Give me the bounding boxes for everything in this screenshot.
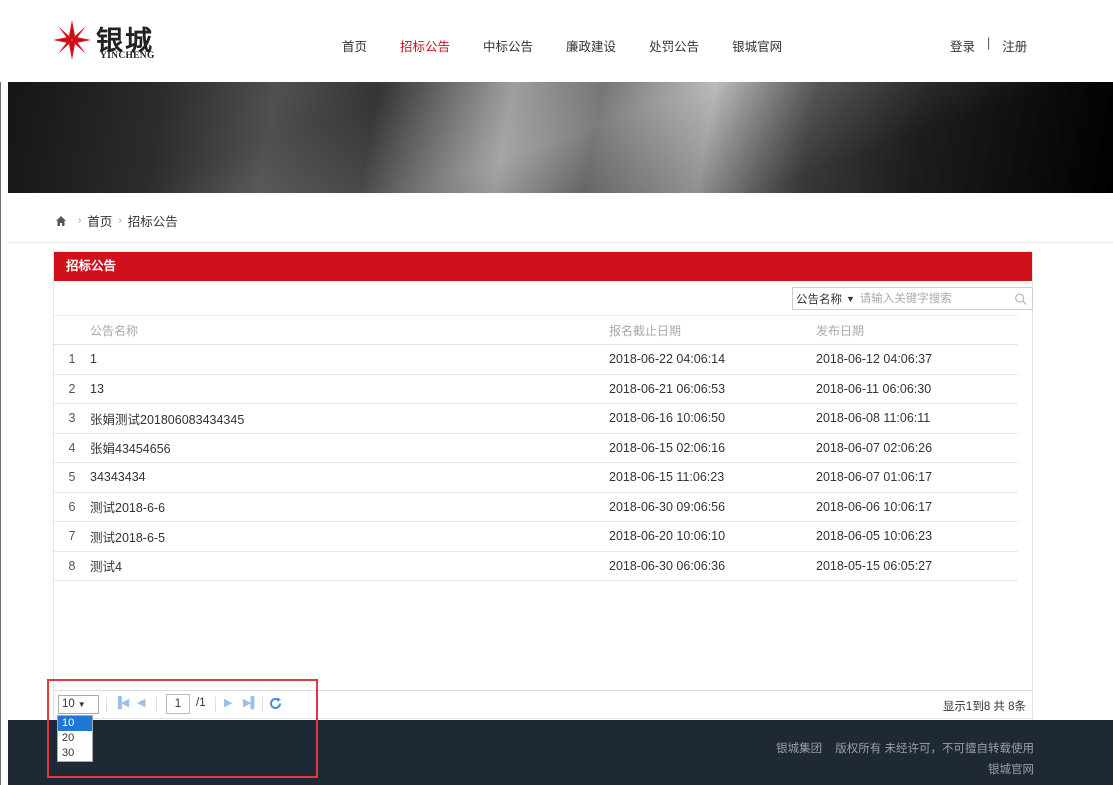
- table-header: 公告名称 报名截止日期 发布日期: [54, 315, 1018, 345]
- table-row[interactable]: 4 张娟43454656 2018-06-15 02:06:16 2018-06…: [54, 434, 1018, 463]
- breadcrumb-separator: ›: [118, 215, 122, 226]
- home-icon[interactable]: [55, 215, 67, 227]
- row-index: 5: [68, 470, 76, 485]
- deadline-date: 2018-06-22 04:06:14: [609, 352, 726, 367]
- published-date: 2018-06-07 01:06:17: [816, 470, 933, 485]
- published-date: 2018-06-08 11:06:11: [816, 411, 931, 426]
- caret-down-icon: ▼: [846, 293, 855, 304]
- notice-name[interactable]: 13: [90, 382, 609, 396]
- search-icon[interactable]: [1014, 292, 1027, 306]
- table-toolbar: 公告名称 ▼: [54, 281, 1033, 315]
- notice-name[interactable]: 1: [90, 352, 609, 366]
- logo-name-en: YINCHENG: [100, 51, 155, 61]
- breadcrumb-item-current: 招标公告: [127, 215, 178, 229]
- table-row[interactable]: 1 1 2018-06-22 04:06:14 2018-06-12 04:06…: [54, 345, 1018, 375]
- nav-item-official-site[interactable]: 银城官网: [732, 36, 782, 55]
- deadline-date: 2018-06-15 02:06:16: [609, 440, 726, 455]
- published-date: 2018-05-15 06:05:27: [816, 558, 933, 573]
- deadline-date: 2018-06-15 11:06:23: [609, 470, 725, 485]
- logo-star-icon: [53, 20, 91, 60]
- search-field-label: 公告名称: [796, 293, 842, 306]
- notice-name[interactable]: 测试4: [90, 556, 609, 575]
- register-link[interactable]: 注册: [1002, 36, 1027, 55]
- breadcrumb-item-home[interactable]: 首页: [87, 211, 112, 230]
- hero-banner: [8, 82, 1113, 193]
- table-row[interactable]: 8 测试4 2018-06-30 06:06:36 2018-05-15 06:…: [54, 552, 1018, 581]
- login-link[interactable]: 登录: [950, 36, 975, 55]
- deadline-date: 2018-06-30 09:06:56: [609, 499, 726, 514]
- nav-item-home[interactable]: 首页: [342, 36, 367, 55]
- notice-name[interactable]: 34343434: [90, 470, 609, 484]
- notice-name[interactable]: 张娟测试201806083434345: [90, 409, 609, 428]
- search-input[interactable]: [855, 288, 1014, 309]
- header-deadline[interactable]: 报名截止日期: [609, 322, 816, 339]
- main-nav: 首页 招标公告 中标公告 廉政建设 处罚公告 银城官网: [342, 36, 815, 55]
- tender-notice-panel: 招标公告 公告名称 ▼ 公告名称 报名截止日期 发布日期 1 1 2018-06…: [53, 251, 1033, 719]
- table-row[interactable]: 2 13 2018-06-21 06:06:53 2018-06-11 06:0…: [54, 375, 1018, 404]
- published-date: 2018-06-06 10:06:17: [816, 499, 933, 514]
- footer-company: 银城集团: [776, 743, 823, 755]
- panel-title: 招标公告: [54, 252, 1032, 281]
- row-index: 6: [68, 499, 76, 514]
- row-index: 7: [68, 529, 76, 544]
- auth-links: 登录 | 注册: [950, 36, 1027, 55]
- table-row[interactable]: 6 测试2018-6-6 2018-06-30 09:06:56 2018-06…: [54, 493, 1018, 522]
- breadcrumb: › 首页 › 招标公告: [55, 211, 178, 230]
- deadline-date: 2018-06-21 06:06:53: [609, 381, 726, 396]
- published-date: 2018-06-05 10:06:23: [816, 529, 933, 544]
- nav-item-award-notices[interactable]: 中标公告: [483, 36, 533, 55]
- footer-text: 银城集团 版权所有 未经许可，不可擅自转载使用 银城官网: [766, 739, 1034, 781]
- table-row[interactable]: 7 测试2018-6-5 2018-06-20 10:06:10 2018-06…: [54, 522, 1018, 552]
- auth-separator: |: [987, 36, 991, 50]
- row-index: 8: [68, 558, 76, 573]
- notice-name[interactable]: 张娟43454656: [90, 438, 609, 457]
- nav-item-integrity[interactable]: 廉政建设: [566, 36, 616, 55]
- row-index: 1: [68, 352, 76, 367]
- deadline-date: 2018-06-16 10:06:50: [609, 411, 726, 426]
- row-index: 3: [68, 411, 76, 426]
- deadline-date: 2018-06-20 10:06:10: [609, 529, 726, 544]
- nav-item-penalty-notices[interactable]: 处罚公告: [649, 36, 699, 55]
- search-box: 公告名称 ▼: [792, 287, 1033, 310]
- row-index: 4: [68, 440, 76, 455]
- notice-name[interactable]: 测试2018-6-5: [90, 527, 609, 546]
- deadline-date: 2018-06-30 06:06:36: [609, 558, 726, 573]
- nav-item-tender-notices[interactable]: 招标公告: [400, 36, 450, 55]
- footer-site-link[interactable]: 银城官网: [988, 764, 1034, 776]
- table-row[interactable]: 3 张娟测试201806083434345 2018-06-16 10:06:5…: [54, 404, 1018, 434]
- annotation-highlight-box: [47, 679, 318, 778]
- breadcrumb-divider: [8, 242, 1113, 243]
- notice-name[interactable]: 测试2018-6-6: [90, 497, 609, 516]
- published-date: 2018-06-07 02:06:26: [816, 440, 933, 455]
- header-published[interactable]: 发布日期: [816, 322, 1018, 339]
- published-date: 2018-06-11 06:06:30: [816, 381, 932, 396]
- header-name[interactable]: 公告名称: [90, 322, 609, 339]
- footer-copyright: 版权所有 未经许可，不可擅自转载使用: [835, 743, 1034, 755]
- row-index: 2: [68, 381, 76, 396]
- page-info: 显示1到8 共 8条: [942, 701, 1026, 713]
- logo[interactable]: 银城 YINCHENG: [52, 18, 182, 68]
- breadcrumb-separator: ›: [78, 215, 82, 226]
- site-header: 银城 YINCHENG 首页 招标公告 中标公告 廉政建设 处罚公告 银城官网 …: [0, 0, 1113, 82]
- notice-table: 公告名称 报名截止日期 发布日期 1 1 2018-06-22 04:06:14…: [54, 315, 1018, 581]
- published-date: 2018-06-12 04:06:37: [816, 352, 933, 367]
- search-field-select[interactable]: 公告名称 ▼: [793, 291, 856, 307]
- table-row[interactable]: 5 34343434 2018-06-15 11:06:23 2018-06-0…: [54, 463, 1018, 493]
